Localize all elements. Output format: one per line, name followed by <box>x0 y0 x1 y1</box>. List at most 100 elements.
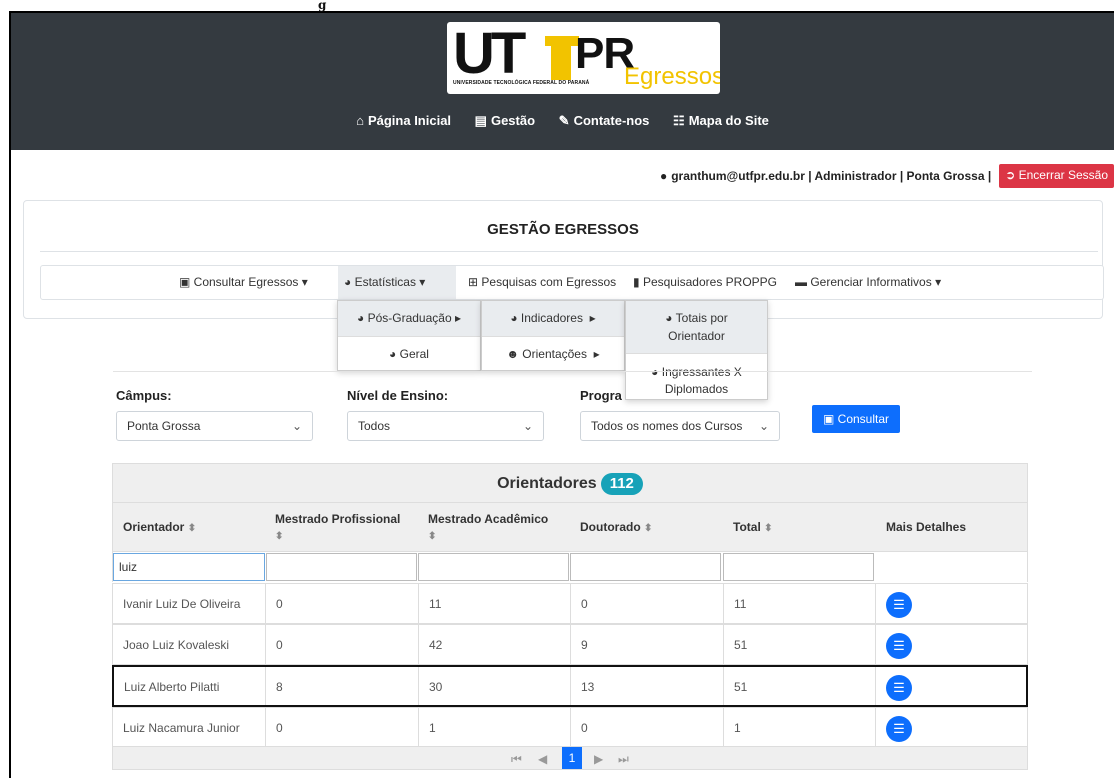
logo-egressos: Egressos <box>624 63 720 90</box>
filter-doutorado-input[interactable] <box>570 553 721 581</box>
menu-totais-label-1: Totais por <box>675 311 728 325</box>
filter-total-input[interactable] <box>723 553 874 581</box>
nav-gestao-label: Gestão <box>490 113 536 128</box>
th-total[interactable]: Total ⬍ <box>733 519 773 537</box>
details-button[interactable]: ☰ <box>886 675 912 701</box>
menu-totais-orientador[interactable]: ◕ Totais por Orientador <box>626 301 767 353</box>
filter-mp-input[interactable] <box>266 553 417 581</box>
first-page-icon[interactable]: ⏮ <box>511 749 522 769</box>
caret-right-icon: ▸ <box>593 347 600 361</box>
utfpr-logo[interactable]: UT PR UNIVERSIDADE TECNOLÓGICA FEDERAL D… <box>447 22 720 94</box>
table-icon: ⊞ <box>468 275 482 289</box>
edit-icon: ✎ <box>558 113 570 128</box>
cell-doutorado: 9 <box>570 625 723 664</box>
table-caption: Orientadores 112 <box>112 463 1028 503</box>
cell-detalhes: ☰ <box>875 625 1027 664</box>
sort-icon: ⬍ <box>428 531 437 542</box>
menu-orientacoes[interactable]: ☻ Orientações ▸ <box>482 336 624 371</box>
th-mestrado-academico[interactable]: Mestrado Acadêmico ⬍ <box>428 511 548 545</box>
search-icon: ▣ <box>822 412 838 426</box>
cell-ma: 11 <box>418 584 570 623</box>
menu-indicadores[interactable]: ◕ Indicadores ▸ <box>482 301 624 336</box>
logout-button[interactable]: ➲ Encerrar Sessão <box>999 164 1114 188</box>
th-mestrado-profissional[interactable]: Mestrado Profissional ⬍ <box>275 511 400 545</box>
table-row[interactable]: Luiz Nacamura Junior 0 1 0 1 ☰ <box>112 707 1028 747</box>
campus-label: Câmpus: <box>116 388 172 403</box>
subnav-informativos-label: Gerenciar Informativos <box>810 275 932 289</box>
subnav-pesquisadores[interactable]: ▮ Pesquisadores PROPPG <box>627 266 783 299</box>
table-row[interactable]: Luiz Alberto Pilatti 8 30 13 51 ☰ <box>112 665 1028 707</box>
subnav-consultar-label: Consultar Egressos <box>193 275 299 289</box>
subnav-consultar[interactable]: ▣ Consultar Egressos ▾ <box>173 266 314 299</box>
cell-detalhes: ☰ <box>875 584 1027 623</box>
frame-label: g <box>318 0 327 12</box>
last-page-icon[interactable]: ⏭ <box>618 749 629 769</box>
cell-orientador: Ivanir Luiz De Oliveira <box>123 597 241 611</box>
pie-chart-icon: ◕ <box>389 347 400 361</box>
details-button[interactable]: ☰ <box>886 716 912 742</box>
chevron-down-icon: ⌄ <box>522 419 533 433</box>
subnav-pesquisas[interactable]: ⊞ Pesquisas com Egressos <box>462 266 622 299</box>
menu-ingressantes-label-2: Diplomados <box>664 382 729 396</box>
user-info: granthum@utfpr.edu.br | Administrador | … <box>671 169 992 183</box>
nav-mapa[interactable]: ☷ Mapa do Site <box>673 113 769 129</box>
subnav-informativos[interactable]: ▬ Gerenciar Informativos ▾ <box>789 266 947 299</box>
th-orientador[interactable]: Orientador ⬍ <box>123 519 196 537</box>
indicadores-menu: ◕ Totais por Orientador ◕ Ingressantes X D… <box>625 300 768 400</box>
cell-detalhes: ☰ <box>875 708 1027 746</box>
details-button[interactable]: ☰ <box>886 633 912 659</box>
caret-down-icon: ▾ <box>419 275 426 289</box>
nav-mapa-label: Mapa do Site <box>688 113 769 128</box>
details-button[interactable]: ☰ <box>886 592 912 618</box>
sort-icon: ⬍ <box>275 531 284 542</box>
page-current[interactable]: 1 <box>562 747 582 769</box>
nav-gestao[interactable]: ▤ Gestão <box>475 113 535 129</box>
chevron-down-icon: ⌄ <box>758 419 769 433</box>
subnav-pesquisadores-label: Pesquisadores PROPPG <box>642 275 777 289</box>
logout-icon: ➲ <box>1005 168 1019 182</box>
cell-doutorado: 0 <box>570 708 723 746</box>
cell-orientador: Luiz Alberto Pilatti <box>124 680 220 694</box>
top-nav: ⌂ Página Inicial ▤ Gestão ✎ Contate-nos ☷ Ma… <box>11 113 1114 129</box>
programa-select-value: Todos os nomes dos Cursos <box>591 419 743 433</box>
table-row[interactable]: Ivanir Luiz De Oliveira 0 11 0 11 ☰ <box>112 583 1028 624</box>
menu-pos-graduacao[interactable]: ◕ Pós-Graduação ▸ <box>338 301 480 336</box>
campus-select[interactable]: Ponta Grossa ⌄ <box>116 411 313 441</box>
cell-mp: 0 <box>265 584 418 623</box>
programa-select[interactable]: Todos os nomes dos Cursos ⌄ <box>580 411 780 441</box>
subnav-pesquisas-label: Pesquisas com Egressos <box>481 275 617 289</box>
logo-ut-text: UT <box>453 22 526 86</box>
cell-total: 51 <box>723 667 875 705</box>
sort-icon: ⬍ <box>764 523 773 534</box>
table-row[interactable]: Joao Luiz Kovaleski 0 42 9 51 ☰ <box>112 624 1028 665</box>
subnav-estatisticas[interactable]: ◕ Estatísticas ▾ <box>338 266 456 299</box>
institution-icon: ▤ <box>474 113 487 128</box>
th-total-label: Total <box>733 520 761 534</box>
pagination: ⏮ ◀ 1 ▶ ⏭ <box>112 746 1028 770</box>
subnav-estatisticas-label: Estatísticas <box>354 275 416 289</box>
nav-contato[interactable]: ✎ Contate-nos <box>559 113 650 129</box>
card-divider <box>40 251 1098 252</box>
menu-ingressantes[interactable]: ◕ Ingressantes X Diplomados <box>626 353 767 400</box>
next-page-icon[interactable]: ▶ <box>594 749 603 769</box>
th-doutorado-label: Doutorado <box>580 520 641 534</box>
th-mais-detalhes: Mais Detalhes <box>886 520 967 534</box>
filter-orientador-input[interactable]: luiz <box>113 553 265 581</box>
menu-geral-label: Geral <box>399 347 429 361</box>
th-doutorado[interactable]: Doutorado ⬍ <box>580 519 652 537</box>
cell-ma: 1 <box>418 708 570 746</box>
logo-subtitle: UNIVERSIDADE TECNOLÓGICA FEDERAL DO PARA… <box>453 80 590 86</box>
menu-geral[interactable]: ◕ Geral <box>338 336 480 371</box>
caret-right-icon: ▸ <box>454 311 461 325</box>
filter-ma-input[interactable] <box>418 553 569 581</box>
logo-bar <box>551 36 571 80</box>
estatisticas-menu: ◕ Pós-Graduação ▸ ◕ Geral <box>337 300 481 371</box>
cell-total: 11 <box>723 584 875 623</box>
pie-chart-icon: ◕ <box>344 275 355 289</box>
nav-home[interactable]: ⌂ Página Inicial <box>356 113 451 128</box>
nivel-select[interactable]: Todos ⌄ <box>347 411 544 441</box>
cell-doutorado: 0 <box>570 584 723 623</box>
consultar-button[interactable]: ▣ Consultar <box>812 405 900 433</box>
prev-page-icon[interactable]: ◀ <box>538 749 547 769</box>
count-badge: 112 <box>600 473 643 495</box>
